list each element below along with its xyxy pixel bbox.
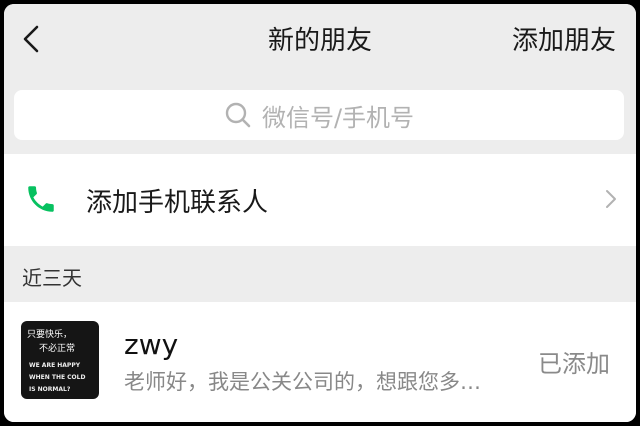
section-header: 近三天 — [22, 266, 82, 290]
avatar-line: WHEN THE COLD — [29, 374, 85, 381]
friend-name: zwy — [124, 328, 179, 361]
status-badge: 已添加 — [538, 350, 610, 378]
avatar-line: WE ARE HAPPY — [29, 362, 81, 369]
chevron-left-icon — [23, 25, 39, 53]
avatar: 只要快乐， 不必正常 WE ARE HAPPY WHEN THE COLD IS… — [21, 321, 99, 399]
add-phone-contacts-label: 添加手机联系人 — [86, 188, 269, 218]
app-screen: 新的朋友 添加朋友 微信号/手机号 添加手机联系人 近三天 只要快乐， 不必正常… — [4, 4, 636, 422]
search-placeholder: 微信号/手机号 — [261, 103, 415, 132]
avatar-line: IS NORMAL? — [29, 386, 71, 393]
chevron-right-icon — [606, 190, 616, 208]
friend-message: 老师好，我是公关公司的，想跟您多… — [124, 370, 481, 394]
navigation-bar: 新的朋友 添加朋友 — [4, 4, 636, 74]
avatar-artwork: 只要快乐， 不必正常 WE ARE HAPPY WHEN THE COLD IS… — [27, 328, 85, 393]
friend-request-row[interactable]: 只要快乐， 不必正常 WE ARE HAPPY WHEN THE COLD IS… — [4, 302, 636, 422]
search-icon — [225, 102, 251, 128]
back-button[interactable] — [16, 22, 46, 56]
add-phone-contacts-row[interactable]: 添加手机联系人 — [4, 154, 636, 246]
phone-icon — [28, 186, 54, 212]
avatar-line: 不必正常 — [39, 342, 75, 354]
add-friend-button[interactable]: 添加朋友 — [512, 20, 616, 57]
search-input[interactable]: 微信号/手机号 — [14, 90, 624, 140]
avatar-line: 只要快乐， — [27, 328, 72, 340]
